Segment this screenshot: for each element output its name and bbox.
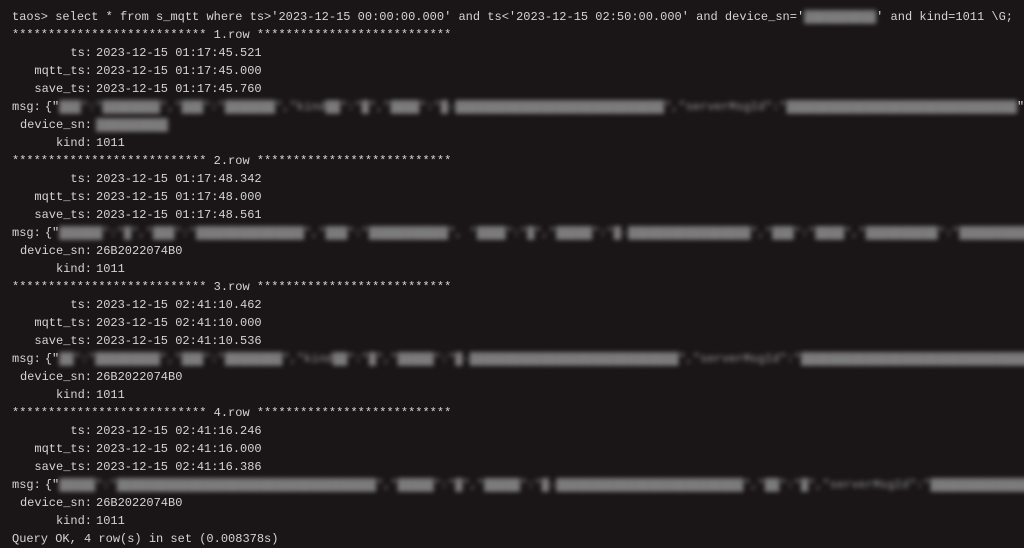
row-separator: *************************** 2.row ******…: [12, 152, 1012, 170]
field-msg: msg:{"▓▓▓▓▓▓":"▓","▓▓▓":"▓▓▓▓▓▓▓▓▓▓▓▓▓▓▓…: [12, 224, 1012, 242]
field-save-ts: save_ts:2023-12-15 01:17:45.760: [12, 80, 1012, 98]
field-kind: kind:1011: [12, 386, 1012, 404]
field-kind: kind:1011: [12, 134, 1012, 152]
row-separator: *************************** 1.row ******…: [12, 26, 1012, 44]
field-device-sn: device_sn:26B2022074B0: [12, 368, 1012, 386]
field-kind: kind:1011: [12, 512, 1012, 530]
field-mqtt-ts: mqtt_ts:2023-12-15 01:17:48.000: [12, 188, 1012, 206]
field-ts: ts:2023-12-15 02:41:10.462: [12, 296, 1012, 314]
row-separator: *************************** 4.row ******…: [12, 404, 1012, 422]
field-msg: msg:{"▓▓▓":"▓▓▓▓▓▓▓▓","▓▓▓":"▓▓▓▓▓▓▓","k…: [12, 98, 1012, 116]
field-device-sn: device_sn:26B2022074B0: [12, 242, 1012, 260]
query-line[interactable]: taos> select * from s_mqtt where ts>'202…: [12, 8, 1012, 26]
query-text-after: ' and kind=1011 \G;: [876, 10, 1013, 24]
field-save-ts: save_ts:2023-12-15 02:41:16.386: [12, 458, 1012, 476]
field-mqtt-ts: mqtt_ts:2023-12-15 01:17:45.000: [12, 62, 1012, 80]
field-save-ts: save_ts:2023-12-15 02:41:10.536: [12, 332, 1012, 350]
field-mqtt-ts: mqtt_ts:2023-12-15 02:41:10.000: [12, 314, 1012, 332]
field-ts: ts:2023-12-15 01:17:45.521: [12, 44, 1012, 62]
field-mqtt-ts: mqtt_ts:2023-12-15 02:41:16.000: [12, 440, 1012, 458]
field-msg: msg:{"▓▓":"▓▓▓▓▓▓▓▓▓","▓▓▓":"▓▓▓▓▓▓▓▓","…: [12, 350, 1012, 368]
field-ts: ts:2023-12-15 02:41:16.246: [12, 422, 1012, 440]
prompt: taos>: [12, 10, 48, 24]
query-text-before: select * from s_mqtt where ts>'2023-12-1…: [55, 10, 804, 24]
query-result-footer: Query OK, 4 row(s) in set (0.008378s): [12, 530, 1012, 548]
field-msg: msg:{"▓▓▓▓▓":"▓▓▓▓▓▓▓▓▓▓▓▓▓▓▓▓▓▓▓▓▓▓▓▓▓▓…: [12, 476, 1012, 494]
field-device-sn: device_sn:▓▓▓▓▓▓▓▓▓▓: [12, 116, 1012, 134]
field-ts: ts:2023-12-15 01:17:48.342: [12, 170, 1012, 188]
field-device-sn: device_sn:26B2022074B0: [12, 494, 1012, 512]
query-blur: ▓▓▓▓▓▓▓▓▓▓: [804, 10, 876, 24]
field-kind: kind:1011: [12, 260, 1012, 278]
row-separator: *************************** 3.row ******…: [12, 278, 1012, 296]
field-save-ts: save_ts:2023-12-15 01:17:48.561: [12, 206, 1012, 224]
